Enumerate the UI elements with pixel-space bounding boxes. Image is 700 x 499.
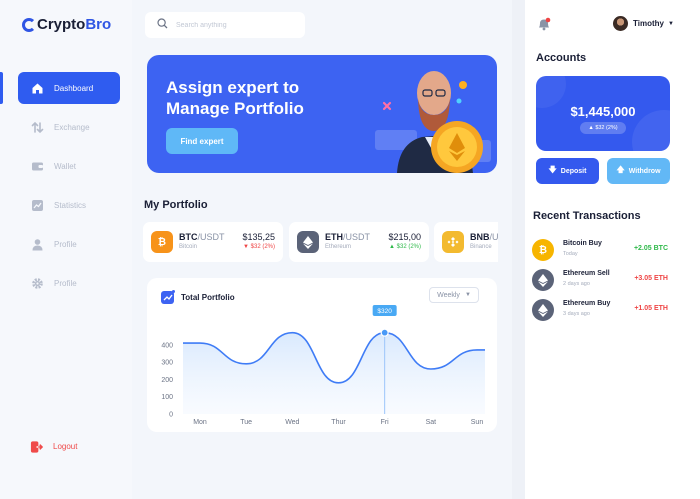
sidebar-item-label: Exchange — [54, 122, 90, 132]
search-input[interactable] — [176, 21, 296, 29]
coin-price: $215,00 — [388, 232, 421, 242]
search-bar[interactable] — [145, 12, 305, 38]
withdraw-label: Withdrow — [628, 167, 661, 175]
coin-list: ₿ BTC/USDT Bitcoin $135,25 ▼ $32 (2%) ET… — [143, 222, 498, 262]
promo-banner: Assign expert to Manage Portfolio Find e… — [147, 55, 497, 173]
coin-change: ▼ $32 (2%) — [243, 244, 275, 250]
highlight-point — [380, 328, 389, 337]
home-icon — [31, 82, 44, 95]
ethereum-icon — [532, 299, 554, 321]
logout-label: Logout — [53, 442, 78, 451]
balance-card: $1,445,000 ▲ $32 (2%) — [536, 76, 670, 151]
coin-name: Binance — [470, 244, 492, 250]
deposit-button[interactable]: 🡇 Deposit — [536, 158, 599, 184]
statistics-icon — [31, 199, 44, 212]
brand-name-part1: Crypto — [37, 16, 86, 33]
transaction-date: Today — [563, 251, 578, 257]
coin-change: ▲ $32 (2%) — [389, 244, 421, 250]
x-tick-label: Sun — [471, 419, 484, 426]
x-tick-label: Mon — [193, 419, 207, 426]
sidebar-item-label: Profile — [54, 278, 77, 288]
sidebar-item-label: Statistics — [54, 200, 87, 210]
gear-icon — [31, 277, 44, 290]
coin-name: Ethereum — [325, 244, 352, 250]
logout-button[interactable]: Logout — [30, 440, 77, 453]
sidebar-item-settings[interactable]: Profile — [18, 267, 120, 299]
coin-card-eth[interactable]: ETH/USDT Ethereum $215,00 ▲ $32 (2%) — [289, 222, 429, 262]
bitcoin-icon: ₿ — [532, 239, 554, 261]
withdraw-button[interactable]: 🡅 Withdrow — [607, 158, 670, 184]
transaction-item[interactable]: ₿ Bitcoin Buy Today +2.05 BTC — [532, 237, 672, 263]
transaction-item[interactable]: Ethereum Sell 2 days ago +3.05 ETH — [532, 267, 672, 293]
transaction-date: 2 days ago — [563, 281, 590, 287]
logo-icon — [22, 17, 36, 32]
brand-logo[interactable]: Crypto Bro — [22, 16, 111, 33]
brand-name-part2: Bro — [85, 16, 112, 33]
transaction-item[interactable]: Ethereum Buy 3 days ago +1.05 ETH — [532, 297, 672, 323]
chevron-down-icon: ▼ — [667, 20, 674, 27]
coin-card-bnb[interactable]: BNB/USDT Binance — [434, 222, 498, 262]
sidebar-item-exchange[interactable]: Exchange — [18, 111, 120, 143]
active-indicator — [0, 72, 3, 104]
user-icon — [31, 238, 44, 251]
sidebar-item-wallet[interactable]: Wallet — [18, 150, 120, 182]
x-tick-label: Sat — [426, 419, 437, 426]
accounts-title: Accounts — [536, 52, 587, 64]
arrow-down-icon: 🡇 — [548, 165, 557, 174]
x-tick-label: Tue — [240, 419, 252, 426]
coin-name: Bitcoin — [179, 244, 198, 250]
y-tick-label: 200 — [161, 377, 173, 384]
sidebar-nav: Dashboard Exchange Wallet Statistics Pro… — [18, 72, 120, 306]
coin-card-btc[interactable]: ₿ BTC/USDT Bitcoin $135,25 ▼ $32 (2%) — [143, 222, 283, 262]
user-name: Timothy — [633, 19, 664, 28]
transaction-title: Bitcoin Buy — [563, 240, 602, 247]
bell-icon — [537, 17, 551, 35]
user-menu[interactable]: Timothy ▼ — [613, 16, 674, 31]
search-icon — [157, 16, 168, 34]
deposit-label: Deposit — [560, 167, 587, 175]
sidebar-item-label: Dashboard — [54, 83, 94, 93]
coin-pair: BNB/USDT — [470, 232, 498, 242]
transaction-amount: +2.05 BTC — [633, 245, 668, 252]
binance-icon — [442, 231, 464, 253]
balance-change: ▲ $32 (2%) — [580, 122, 626, 134]
sidebar-item-dashboard[interactable]: Dashboard — [18, 72, 120, 104]
arrow-up-icon: 🡅 — [616, 165, 625, 174]
transaction-title: Ethereum Sell — [563, 270, 610, 277]
sidebar-item-label: Profile — [54, 239, 77, 249]
x-tick-label: Thur — [331, 419, 346, 426]
sidebar-item-statistics[interactable]: Statistics — [18, 189, 120, 221]
logout-icon — [30, 440, 43, 453]
expert-illustration — [375, 71, 491, 173]
transaction-title: Ethereum Buy — [563, 300, 611, 307]
x-tick-label: Fri — [381, 419, 390, 426]
portfolio-line-chart: 0 100 200 300 400 Mon Tue Wed Thur Fri Sat Sun $320 — [161, 305, 485, 426]
notification-bell[interactable] — [537, 17, 551, 31]
transaction-amount: +1.05 ETH — [634, 305, 668, 312]
bitcoin-icon: ₿ — [151, 231, 173, 253]
exchange-icon — [31, 121, 44, 134]
ethereum-icon — [532, 269, 554, 291]
y-tick-label: 400 — [161, 342, 173, 349]
transaction-amount: +3.05 ETH — [634, 275, 668, 282]
x-tick-label: Wed — [285, 419, 299, 426]
avatar — [613, 16, 628, 31]
tooltip-label: $320 — [377, 308, 392, 315]
wallet-icon — [31, 160, 44, 173]
portfolio-title: My Portfolio — [144, 199, 208, 211]
y-tick-label: 300 — [161, 360, 173, 367]
y-tick-label: 100 — [161, 394, 173, 401]
coin-pair: BTC/USDT — [179, 232, 225, 242]
coin-price: $135,25 — [242, 232, 275, 242]
transactions-title: Recent Transactions — [533, 210, 641, 222]
chart-area — [183, 332, 485, 414]
y-tick-label: 0 — [169, 412, 173, 419]
balance-amount: $1,445,000 — [570, 104, 636, 119]
sidebar-item-profile[interactable]: Profile — [18, 228, 120, 260]
ethereum-icon — [297, 231, 319, 253]
transaction-date: 3 days ago — [563, 311, 590, 317]
total-portfolio-card: Total Portfolio Weekly ▼ 0 100 200 300 400 Mo… — [147, 278, 497, 432]
coin-pair: ETH/USDT — [325, 232, 370, 242]
sidebar-item-label: Wallet — [54, 161, 76, 171]
